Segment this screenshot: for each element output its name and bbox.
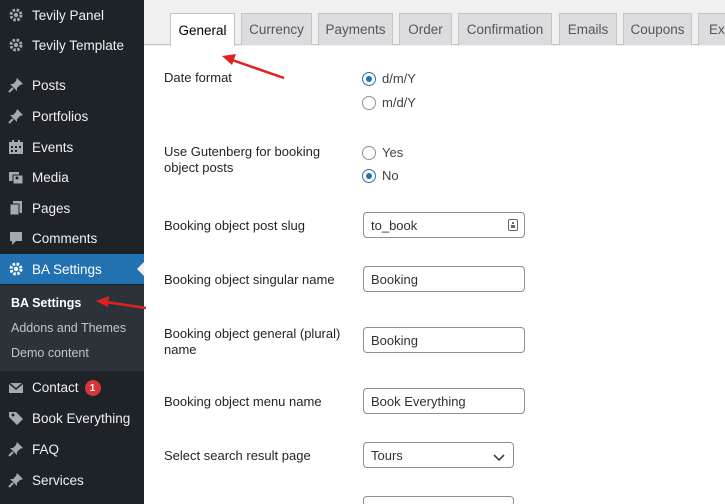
sidebar-item-label: Pages xyxy=(32,200,71,216)
radio-button[interactable] xyxy=(362,95,376,110)
sidebar-item-label: Events xyxy=(32,139,74,155)
tab-general[interactable]: General xyxy=(170,13,235,46)
sidebar-item-label: Comments xyxy=(32,230,98,246)
settings-tabs: General Currency Payments Order Confirma… xyxy=(144,0,725,46)
radio-label: Yes xyxy=(382,145,404,160)
sidebar-item-services[interactable]: Services xyxy=(0,465,144,495)
date-format-option-dmy[interactable]: d/m/Y xyxy=(362,71,416,86)
tab-confirmation[interactable]: Confirmation xyxy=(458,13,552,45)
radio-button[interactable] xyxy=(362,145,376,160)
sidebar-item-book-everything[interactable]: Book Everything xyxy=(0,403,144,433)
sidebar-item-posts[interactable]: Posts xyxy=(0,70,144,100)
sidebar-item-contact[interactable]: Contact 1 xyxy=(0,373,144,403)
radio-button-checked[interactable] xyxy=(362,168,376,183)
sidebar-item-events[interactable]: Events xyxy=(0,132,144,162)
sidebar-item-label: Book Everything xyxy=(32,410,131,426)
gutenberg-label: Use Gutenberg for booking object posts xyxy=(164,144,320,176)
sidebar-item-label: Services xyxy=(32,472,84,488)
chevron-down-icon xyxy=(493,450,505,465)
page-icon xyxy=(7,199,25,217)
tag-icon xyxy=(7,409,25,427)
admin-sidebar: Tevily Panel Tevily Template Posts Portf… xyxy=(0,0,144,504)
sidebar-item-label: Tevily Panel xyxy=(32,7,105,23)
plural-name-label-line1: Booking object general (plural) xyxy=(164,326,341,341)
mail-icon xyxy=(7,379,25,397)
search-page-value: Tours xyxy=(371,447,403,463)
sidebar-item-label: Media xyxy=(32,169,69,185)
radio-label: d/m/Y xyxy=(382,71,416,86)
sidebar-item-portfolios[interactable]: Portfolios xyxy=(0,101,144,131)
active-menu-pointer xyxy=(137,262,144,276)
submenu-item-addons-and-themes[interactable]: Addons and Themes xyxy=(11,321,126,335)
next-select-partial[interactable] xyxy=(363,496,514,504)
sidebar-item-pages[interactable]: Pages xyxy=(0,193,144,223)
post-slug-value: to_book xyxy=(371,217,418,233)
ba-settings-submenu: BA Settings Addons and Themes Demo conte… xyxy=(0,285,144,371)
sidebar-item-media[interactable]: Media xyxy=(0,162,144,192)
sidebar-item-ba-settings[interactable]: BA Settings xyxy=(0,254,144,284)
plural-name-value: Booking xyxy=(371,332,418,348)
menu-name-input[interactable]: Book Everything xyxy=(363,388,525,414)
submenu-item-ba-settings[interactable]: BA Settings xyxy=(11,296,81,310)
tab-emails[interactable]: Emails xyxy=(559,13,617,45)
post-slug-input[interactable]: to_book xyxy=(363,212,525,238)
notification-badge: 1 xyxy=(84,380,101,397)
sidebar-item-faq[interactable]: FAQ xyxy=(0,434,144,464)
date-format-option-mdy[interactable]: m/d/Y xyxy=(362,95,416,110)
sidebar-item-label: Portfolios xyxy=(32,108,89,124)
sidebar-item-label: Contact xyxy=(32,379,79,395)
sidebar-item-label: FAQ xyxy=(32,441,60,457)
date-format-label: Date format xyxy=(164,70,232,85)
search-page-select[interactable]: Tours xyxy=(363,442,514,468)
plural-name-input[interactable]: Booking xyxy=(363,327,525,353)
menu-name-value: Book Everything xyxy=(371,393,466,409)
post-slug-label: Booking object post slug xyxy=(164,218,305,233)
menu-name-label: Booking object menu name xyxy=(164,394,322,409)
gear-icon xyxy=(7,6,25,24)
search-page-label: Select search result page xyxy=(164,448,311,463)
gear-icon xyxy=(7,36,25,54)
media-icon xyxy=(7,168,25,186)
singular-name-label: Booking object singular name xyxy=(164,272,335,287)
pin-icon xyxy=(7,471,25,489)
pin-icon xyxy=(7,76,25,94)
radio-label: m/d/Y xyxy=(382,95,416,110)
general-settings-form: Date format d/m/Y m/d/Y Use Gutenberg fo… xyxy=(144,46,725,504)
tab-currency[interactable]: Currency xyxy=(241,13,312,45)
radio-label: No xyxy=(382,168,399,183)
pin-icon xyxy=(7,440,25,458)
gutenberg-option-no[interactable]: No xyxy=(362,168,399,183)
sidebar-item-label: BA Settings xyxy=(32,261,102,277)
tab-order[interactable]: Order xyxy=(399,13,452,45)
sidebar-item-comments[interactable]: Comments xyxy=(0,223,144,253)
gutenberg-label-line1: Use Gutenberg for booking xyxy=(164,144,321,159)
singular-name-input[interactable]: Booking xyxy=(363,266,525,292)
tab-payments[interactable]: Payments xyxy=(318,13,393,45)
radio-button-checked[interactable] xyxy=(362,71,376,86)
password-manager-icon[interactable] xyxy=(508,219,518,231)
plural-name-label-line2: name xyxy=(164,342,197,357)
gutenberg-label-line2: object posts xyxy=(164,160,234,175)
pin-icon xyxy=(7,107,25,125)
tab-export[interactable]: Exp xyxy=(698,13,725,45)
calendar-icon xyxy=(7,138,25,156)
tab-coupons[interactable]: Coupons xyxy=(623,13,692,45)
plural-name-label: Booking object general (plural) name xyxy=(164,326,340,358)
gutenberg-option-yes[interactable]: Yes xyxy=(362,145,403,160)
comment-icon xyxy=(7,229,25,247)
sidebar-item-label: Posts xyxy=(32,77,66,93)
sidebar-item-label: Tevily Template xyxy=(32,37,125,53)
sidebar-item-tevily-template[interactable]: Tevily Template xyxy=(0,30,144,60)
singular-name-value: Booking xyxy=(371,271,418,287)
gear-icon xyxy=(7,260,25,278)
submenu-item-demo-content[interactable]: Demo content xyxy=(11,346,89,360)
sidebar-item-tevily-panel[interactable]: Tevily Panel xyxy=(0,0,144,30)
